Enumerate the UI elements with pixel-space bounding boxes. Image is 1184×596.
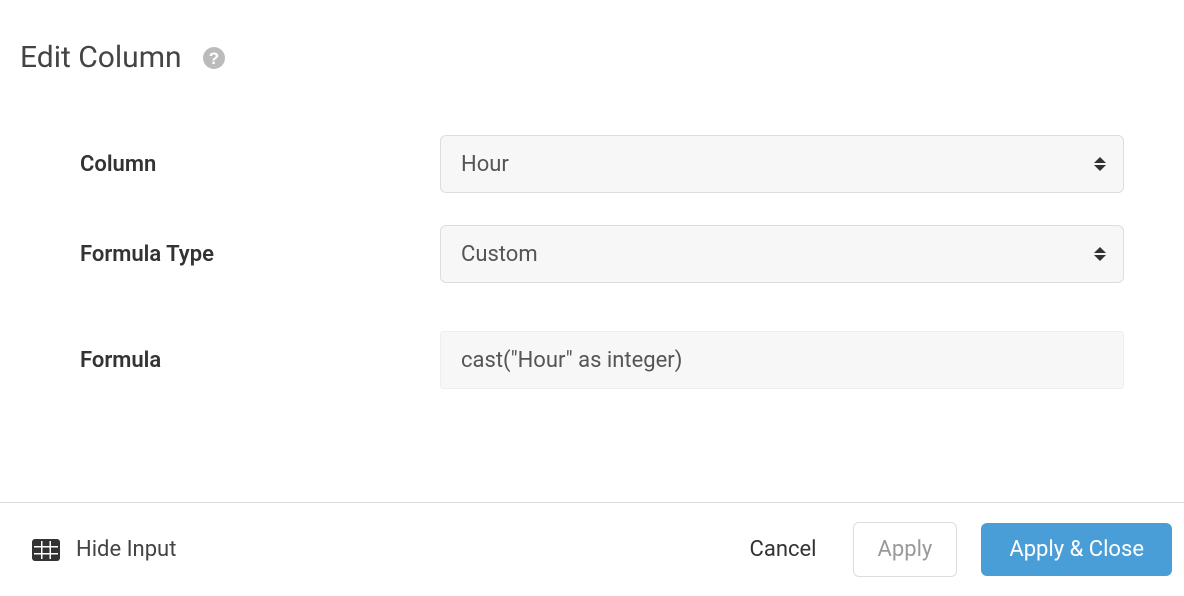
footer-actions: Cancel Apply Apply & Close: [726, 522, 1172, 577]
column-row: Column Hour: [80, 135, 1124, 193]
hide-input-label: Hide Input: [76, 537, 176, 562]
page-title: Edit Column: [20, 40, 182, 75]
hide-input-toggle[interactable]: Hide Input: [32, 537, 176, 562]
column-select-wrapper: Hour: [440, 135, 1124, 193]
column-label: Column: [80, 152, 440, 177]
form-content: Column Hour Formula Type Custom: [0, 95, 1184, 461]
formula-row: Formula: [80, 331, 1124, 389]
formula-type-row: Formula Type Custom: [80, 225, 1124, 283]
header: Edit Column ?: [0, 0, 1184, 95]
formula-input[interactable]: [440, 331, 1124, 389]
table-icon: [32, 539, 60, 561]
formula-type-select-wrapper: Custom: [440, 225, 1124, 283]
formula-type-label: Formula Type: [80, 242, 440, 267]
formula-label: Formula: [80, 348, 440, 373]
svg-text:?: ?: [208, 49, 218, 68]
apply-button[interactable]: Apply: [853, 522, 958, 577]
cancel-button[interactable]: Cancel: [726, 523, 829, 576]
column-select[interactable]: Hour: [440, 135, 1124, 193]
footer: Hide Input Cancel Apply Apply & Close: [0, 502, 1184, 596]
formula-type-select[interactable]: Custom: [440, 225, 1124, 283]
apply-close-button[interactable]: Apply & Close: [981, 523, 1172, 576]
help-icon[interactable]: ?: [202, 46, 226, 70]
